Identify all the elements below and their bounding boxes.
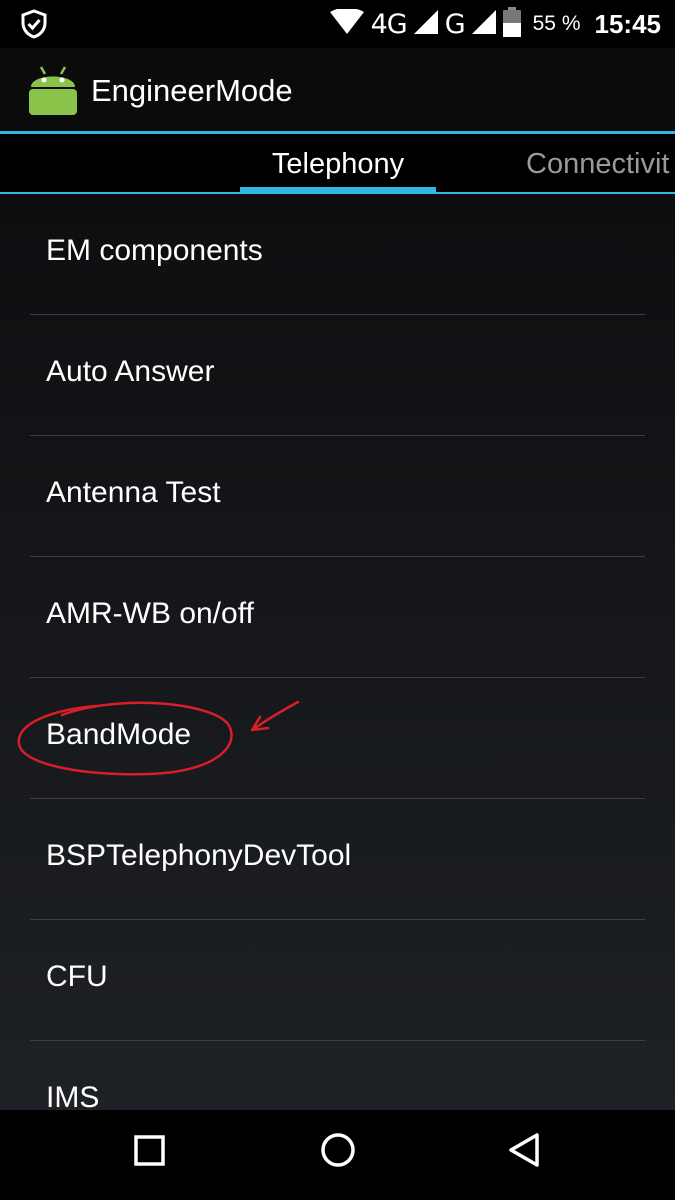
recents-button[interactable] <box>120 1130 180 1180</box>
app-title: EngineerMode <box>91 73 293 108</box>
signal-icon <box>413 9 439 40</box>
telephony-list[interactable]: EM components Auto Answer Antenna Test A… <box>0 194 675 1110</box>
list-item-antenna-test[interactable]: Antenna Test <box>0 436 675 557</box>
tab-telephony[interactable]: Telephony <box>240 134 436 192</box>
network-type-g: G <box>444 8 466 40</box>
network-type-4g: 4G <box>370 8 408 40</box>
list-item-amr-wb[interactable]: AMR-WB on/off <box>0 557 675 678</box>
list-item-em-components[interactable]: EM components <box>0 194 675 315</box>
android-icon <box>27 65 79 120</box>
list-item-label: Antenna Test <box>46 476 221 509</box>
action-bar: EngineerMode <box>0 48 675 132</box>
navigation-bar <box>0 1110 675 1200</box>
list-item-bsp-telephony-dev-tool[interactable]: BSPTelephonyDevTool <box>0 799 675 920</box>
list-item-label: BandMode <box>46 718 192 751</box>
status-bar: 4G G 55 % 15:45 <box>0 0 675 48</box>
status-time: 15:45 <box>594 8 662 39</box>
list-item-cfu[interactable]: CFU <box>0 920 675 1041</box>
list-item-label: CFU <box>46 960 108 993</box>
shield-check-icon <box>20 9 48 44</box>
list-item-label: EM components <box>46 234 263 267</box>
list-item-auto-answer[interactable]: Auto Answer <box>0 315 675 436</box>
battery-icon <box>502 6 521 42</box>
list-item-label: Auto Answer <box>46 355 215 388</box>
signal-icon <box>471 9 497 40</box>
list-item-label: IMS <box>46 1081 100 1110</box>
tab-label: Telephony <box>271 148 405 180</box>
tab-connectivity[interactable]: Connectivit <box>526 134 669 192</box>
list-item-label: AMR-WB on/off <box>46 597 254 630</box>
home-button[interactable] <box>308 1130 368 1180</box>
back-button[interactable] <box>495 1130 555 1180</box>
list-item-label: BSPTelephonyDevTool <box>46 839 352 872</box>
recents-square-icon <box>134 1135 165 1166</box>
home-circle-icon <box>321 1133 355 1167</box>
battery-percent: 55 % <box>532 12 581 35</box>
list-item-ims[interactable]: IMS <box>0 1041 675 1110</box>
tab-strip: Telephony Connectivit <box>0 134 675 192</box>
wifi-icon <box>329 7 365 40</box>
tab-label: Connectivit <box>526 148 670 180</box>
back-triangle-icon <box>509 1133 539 1167</box>
list-item-bandmode[interactable]: BandMode <box>0 678 675 799</box>
